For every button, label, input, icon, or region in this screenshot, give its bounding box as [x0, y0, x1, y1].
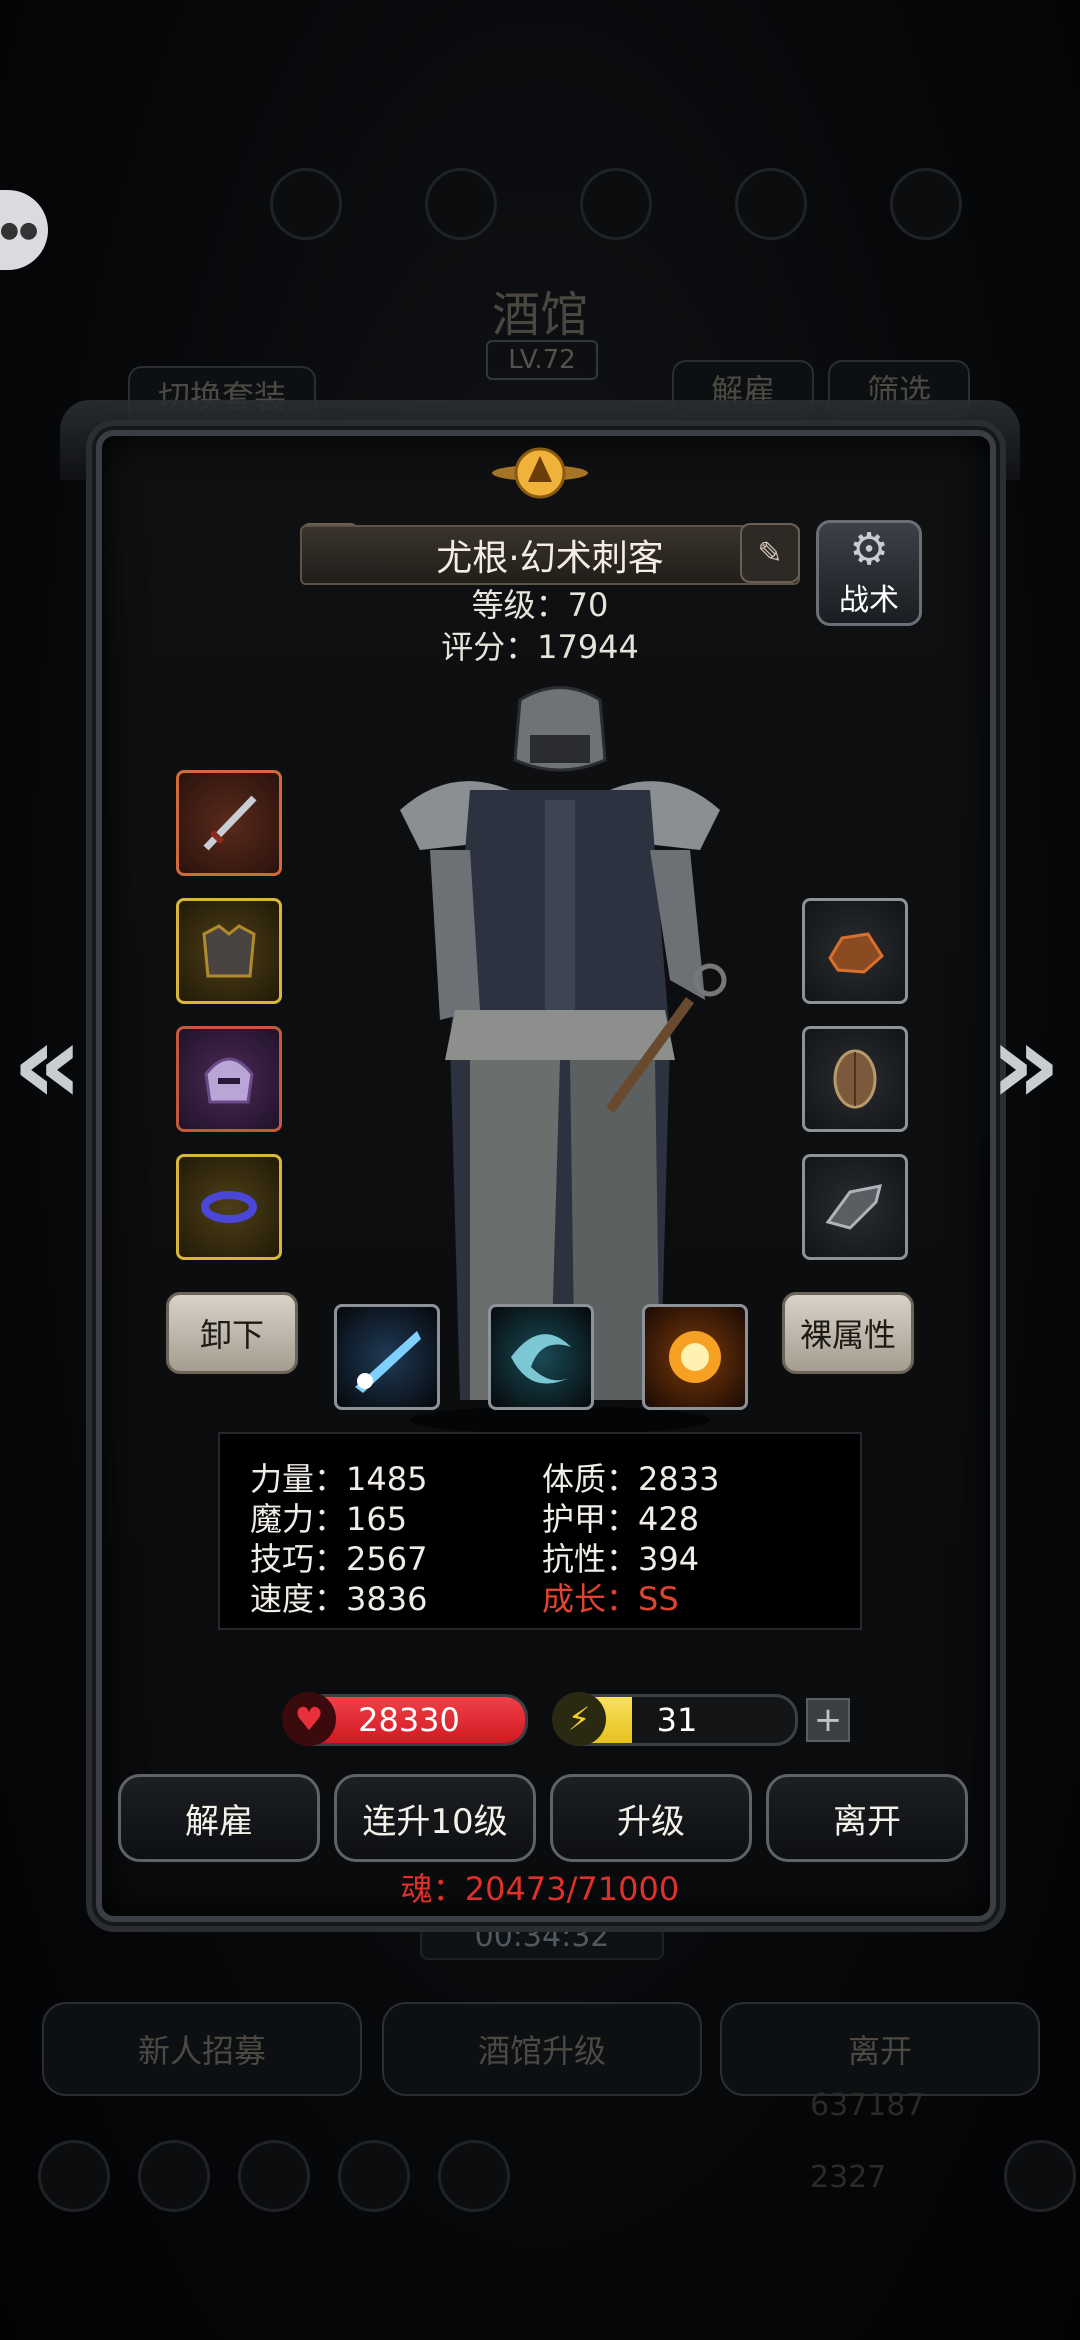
- stats-panel: 力量：1485 魔力：165 技巧：2567 速度：3836 体质：2833 护…: [218, 1432, 862, 1630]
- top-icon-1: [270, 168, 342, 240]
- dismiss-button[interactable]: 解雇: [118, 1774, 320, 1862]
- rename-icon[interactable]: ✎: [740, 523, 800, 583]
- gear-icon: ⚙: [849, 524, 889, 575]
- tactics-label: 战术: [839, 583, 899, 618]
- top-icon-2: [425, 168, 497, 240]
- nav-icon-1: [38, 2140, 110, 2212]
- next-hero-arrow[interactable]: »: [990, 1000, 1061, 1128]
- ring-icon: [201, 1191, 257, 1223]
- tavern-title: 酒馆: [491, 287, 588, 343]
- tavern-upgrade-button: 酒馆升级: [382, 2002, 702, 2096]
- nav-icon-6: [1004, 2140, 1076, 2212]
- material-slot-2[interactable]: [802, 1026, 908, 1132]
- recruit-button: 新人招募: [42, 2002, 362, 2096]
- tactics-button[interactable]: ⚙ 战术: [816, 520, 922, 626]
- skill-slot-2[interactable]: [488, 1304, 594, 1410]
- gem-amount: 2327: [810, 2160, 887, 2195]
- stat-speed: 速度：3836: [250, 1580, 428, 1618]
- accessory-slot[interactable]: [176, 1154, 282, 1260]
- hero-score: 评分：17944: [441, 628, 639, 666]
- shell-icon: [833, 1049, 877, 1109]
- weapon-slot[interactable]: [176, 770, 282, 876]
- top-icon-4: [735, 168, 807, 240]
- soul-counter: 魂：20473/71000: [400, 1870, 680, 1908]
- tavern-level-badge: LV.72: [486, 340, 598, 380]
- nav-icon-3: [238, 2140, 310, 2212]
- material-slot-1[interactable]: [802, 898, 908, 1004]
- leave-button[interactable]: 离开: [766, 1774, 968, 1862]
- base-attributes-button[interactable]: 裸属性: [782, 1292, 914, 1374]
- fire-blast-skill-icon: [669, 1331, 721, 1383]
- whirlwind-skill-icon: [511, 1334, 571, 1384]
- level-up-button[interactable]: 升级: [550, 1774, 752, 1862]
- top-icon-3: [580, 168, 652, 240]
- skill-slot-1[interactable]: [334, 1304, 440, 1410]
- bg-leave-button: 离开: [720, 2002, 1040, 2096]
- armor-slot[interactable]: [176, 898, 282, 1004]
- heart-icon: ♥: [282, 1692, 336, 1746]
- level-up-10-button[interactable]: 连升10级: [334, 1774, 536, 1862]
- light-beam-skill-icon: [355, 1331, 421, 1393]
- ore-icon: [828, 932, 884, 974]
- lightning-icon: ⚡: [552, 1692, 606, 1746]
- skill-slot-3[interactable]: [642, 1304, 748, 1410]
- hero-name: 尤根·幻术刺客: [300, 525, 800, 585]
- stat-growth: 成长：SS: [542, 1580, 679, 1618]
- unequip-button[interactable]: 卸下: [166, 1292, 298, 1374]
- armor-icon: [202, 924, 256, 978]
- gauntlet-icon: [825, 1184, 883, 1230]
- helmet-icon: [204, 1057, 254, 1104]
- nav-icon-2: [138, 2140, 210, 2212]
- top-icon-5: [890, 168, 962, 240]
- prev-hero-arrow[interactable]: «: [12, 1000, 83, 1128]
- material-slot-3[interactable]: [802, 1154, 908, 1260]
- helmet-slot[interactable]: [176, 1026, 282, 1132]
- gold-amount: 637187: [810, 2088, 925, 2123]
- nav-icon-4: [338, 2140, 410, 2212]
- nav-icon-5: [438, 2140, 510, 2212]
- add-energy-button[interactable]: +: [806, 1698, 850, 1742]
- emblem-icon: [490, 438, 590, 508]
- dagger-icon: [203, 795, 257, 851]
